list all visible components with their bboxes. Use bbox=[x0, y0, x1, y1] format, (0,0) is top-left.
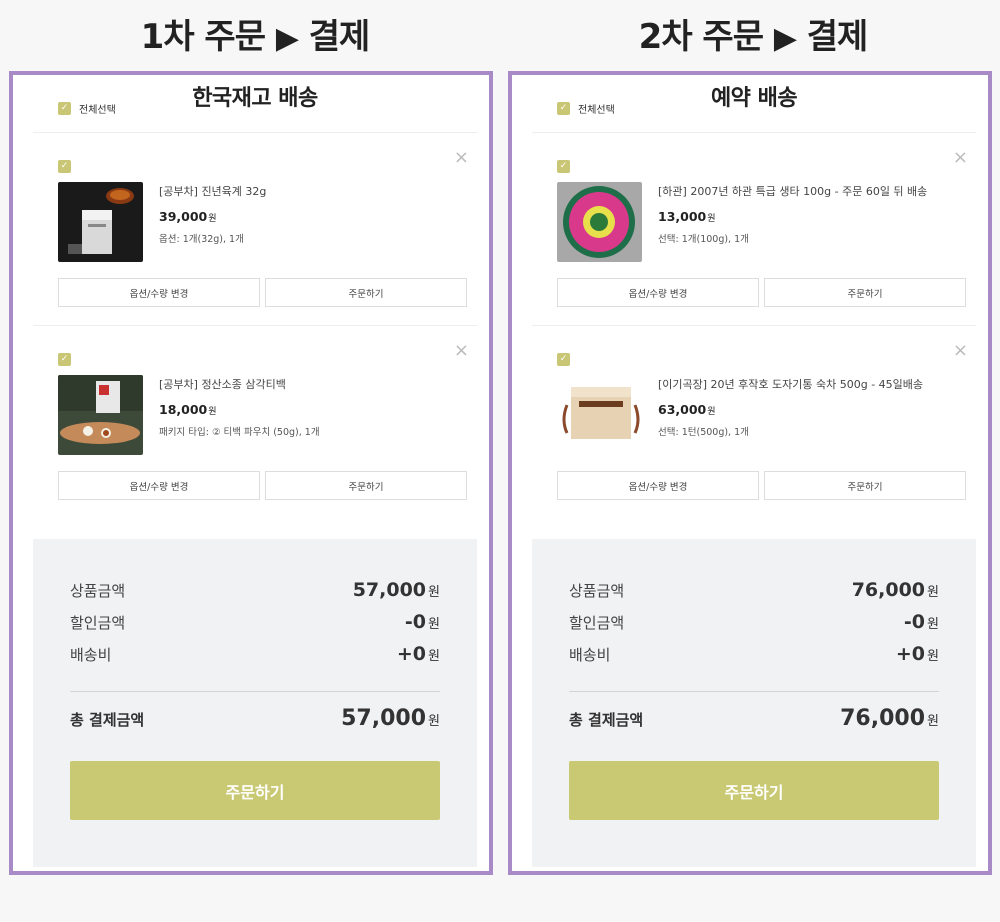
product-option: 옵션: 1개(32g), 1개 bbox=[159, 234, 244, 245]
right-order-panel: ✓ 전체선택 예약 배송 ✓ × [하관] 2007년 하관 특급 생타 100… bbox=[508, 71, 992, 875]
item-checkbox-icon[interactable]: ✓ bbox=[557, 160, 570, 173]
product-option: 선택: 1개(100g), 1개 bbox=[658, 234, 749, 245]
product-price: 39,000원 bbox=[159, 209, 217, 224]
order-item-button[interactable]: 주문하기 bbox=[764, 278, 966, 307]
left-column-title: 1차 주문 ▶ 결제 bbox=[10, 14, 500, 62]
product-price: 13,000원 bbox=[658, 209, 716, 224]
product-price: 18,000원 bbox=[159, 402, 217, 417]
shipping-row: 배송비 +0 원 bbox=[70, 643, 440, 665]
close-icon[interactable]: × bbox=[454, 342, 469, 360]
product-name[interactable]: [하관] 2007년 하관 특급 생타 100g - 주문 60일 뒤 배송 bbox=[658, 184, 927, 200]
play-arrow-icon: ▶ bbox=[275, 21, 299, 56]
product-price: 63,000원 bbox=[658, 402, 716, 417]
change-option-button[interactable]: 옵션/수량 변경 bbox=[58, 278, 260, 307]
order-button[interactable]: 주문하기 bbox=[569, 761, 939, 820]
order-item-button[interactable]: 주문하기 bbox=[265, 278, 467, 307]
discount-row: 할인금액 -0 원 bbox=[569, 611, 939, 633]
cart-list: ✓ 전체선택 예약 배송 ✓ × [하관] 2007년 하관 특급 생타 100… bbox=[532, 85, 976, 518]
cart-item: ✓ × [하관] 2007년 하관 특급 생타 100g - 주문 60일 뒤 … bbox=[532, 133, 976, 326]
product-image[interactable] bbox=[557, 182, 642, 262]
cart-item: ✓ × [이기곡장] 20년 후작호 도자기통 숙차 500g - 45일배송 bbox=[532, 326, 976, 519]
change-option-button[interactable]: 옵션/수량 변경 bbox=[557, 278, 759, 307]
divider bbox=[569, 691, 939, 692]
product-image[interactable] bbox=[58, 375, 143, 455]
total-row: 총 결제금액 76,000 원 bbox=[569, 706, 939, 731]
order-button[interactable]: 주문하기 bbox=[70, 761, 440, 820]
cart-item: ✓ × [공부차] 정산소종 삼각티백 18,000원 패키지 타입: ② 티백… bbox=[33, 326, 477, 519]
item-checkbox-icon[interactable]: ✓ bbox=[58, 353, 71, 366]
left-order-panel: ✓ 전체선택 한국재고 배송 ✓ × [공부차] 진년육계 32g 39,000… bbox=[9, 71, 493, 875]
select-all-row[interactable]: ✓ 전체선택 예약 배송 bbox=[532, 85, 976, 133]
product-image[interactable] bbox=[58, 182, 143, 262]
product-option: 패키지 타입: ② 티백 파우치 (50g), 1개 bbox=[159, 427, 320, 438]
close-icon[interactable]: × bbox=[953, 149, 968, 167]
product-name[interactable]: [공부차] 정산소종 삼각티백 bbox=[159, 377, 320, 393]
select-all-row[interactable]: ✓ 전체선택 한국재고 배송 bbox=[33, 85, 477, 133]
order-summary: 상품금액 57,000 원 할인금액 -0 원 배송비 +0 원 총 결제금액 57,… bbox=[33, 539, 477, 867]
change-option-button[interactable]: 옵션/수량 변경 bbox=[557, 471, 759, 500]
change-option-button[interactable]: 옵션/수량 변경 bbox=[58, 471, 260, 500]
product-amount-row: 상품금액 57,000 원 bbox=[70, 579, 440, 601]
right-column-title: 2차 주문 ▶ 결제 bbox=[508, 14, 998, 62]
left-pay-text: 결제 bbox=[308, 17, 371, 57]
item-checkbox-icon[interactable]: ✓ bbox=[58, 160, 71, 173]
close-icon[interactable]: × bbox=[454, 149, 469, 167]
shipping-row: 배송비 +0 원 bbox=[569, 643, 939, 665]
item-checkbox-icon[interactable]: ✓ bbox=[557, 353, 570, 366]
close-icon[interactable]: × bbox=[953, 342, 968, 360]
product-option: 선택: 1턴(500g), 1개 bbox=[658, 427, 749, 438]
discount-row: 할인금액 -0 원 bbox=[70, 611, 440, 633]
play-arrow-icon: ▶ bbox=[773, 21, 797, 56]
order-summary: 상품금액 76,000 원 할인금액 -0 원 배송비 +0 원 총 결제금액 76,… bbox=[532, 539, 976, 867]
product-amount-row: 상품금액 76,000 원 bbox=[569, 579, 939, 601]
product-name[interactable]: [이기곡장] 20년 후작호 도자기통 숙차 500g - 45일배송 bbox=[658, 377, 923, 393]
right-title-text: 2차 주문 bbox=[638, 17, 764, 57]
right-pay-text: 결제 bbox=[806, 17, 869, 57]
group-title: 예약 배송 bbox=[710, 86, 798, 111]
divider bbox=[70, 691, 440, 692]
left-title-text: 1차 주문 bbox=[140, 17, 266, 57]
cart-list: ✓ 전체선택 한국재고 배송 ✓ × [공부차] 진년육계 32g 39,000… bbox=[33, 85, 477, 518]
product-name[interactable]: [공부차] 진년육계 32g bbox=[159, 184, 266, 200]
cart-item: ✓ × [공부차] 진년육계 32g 39,000원 옵션: 1개(32g), … bbox=[33, 133, 477, 326]
total-row: 총 결제금액 57,000 원 bbox=[70, 706, 440, 731]
group-title: 한국재고 배송 bbox=[192, 86, 318, 111]
product-image[interactable] bbox=[557, 375, 642, 455]
order-item-button[interactable]: 주문하기 bbox=[764, 471, 966, 500]
order-item-button[interactable]: 주문하기 bbox=[265, 471, 467, 500]
